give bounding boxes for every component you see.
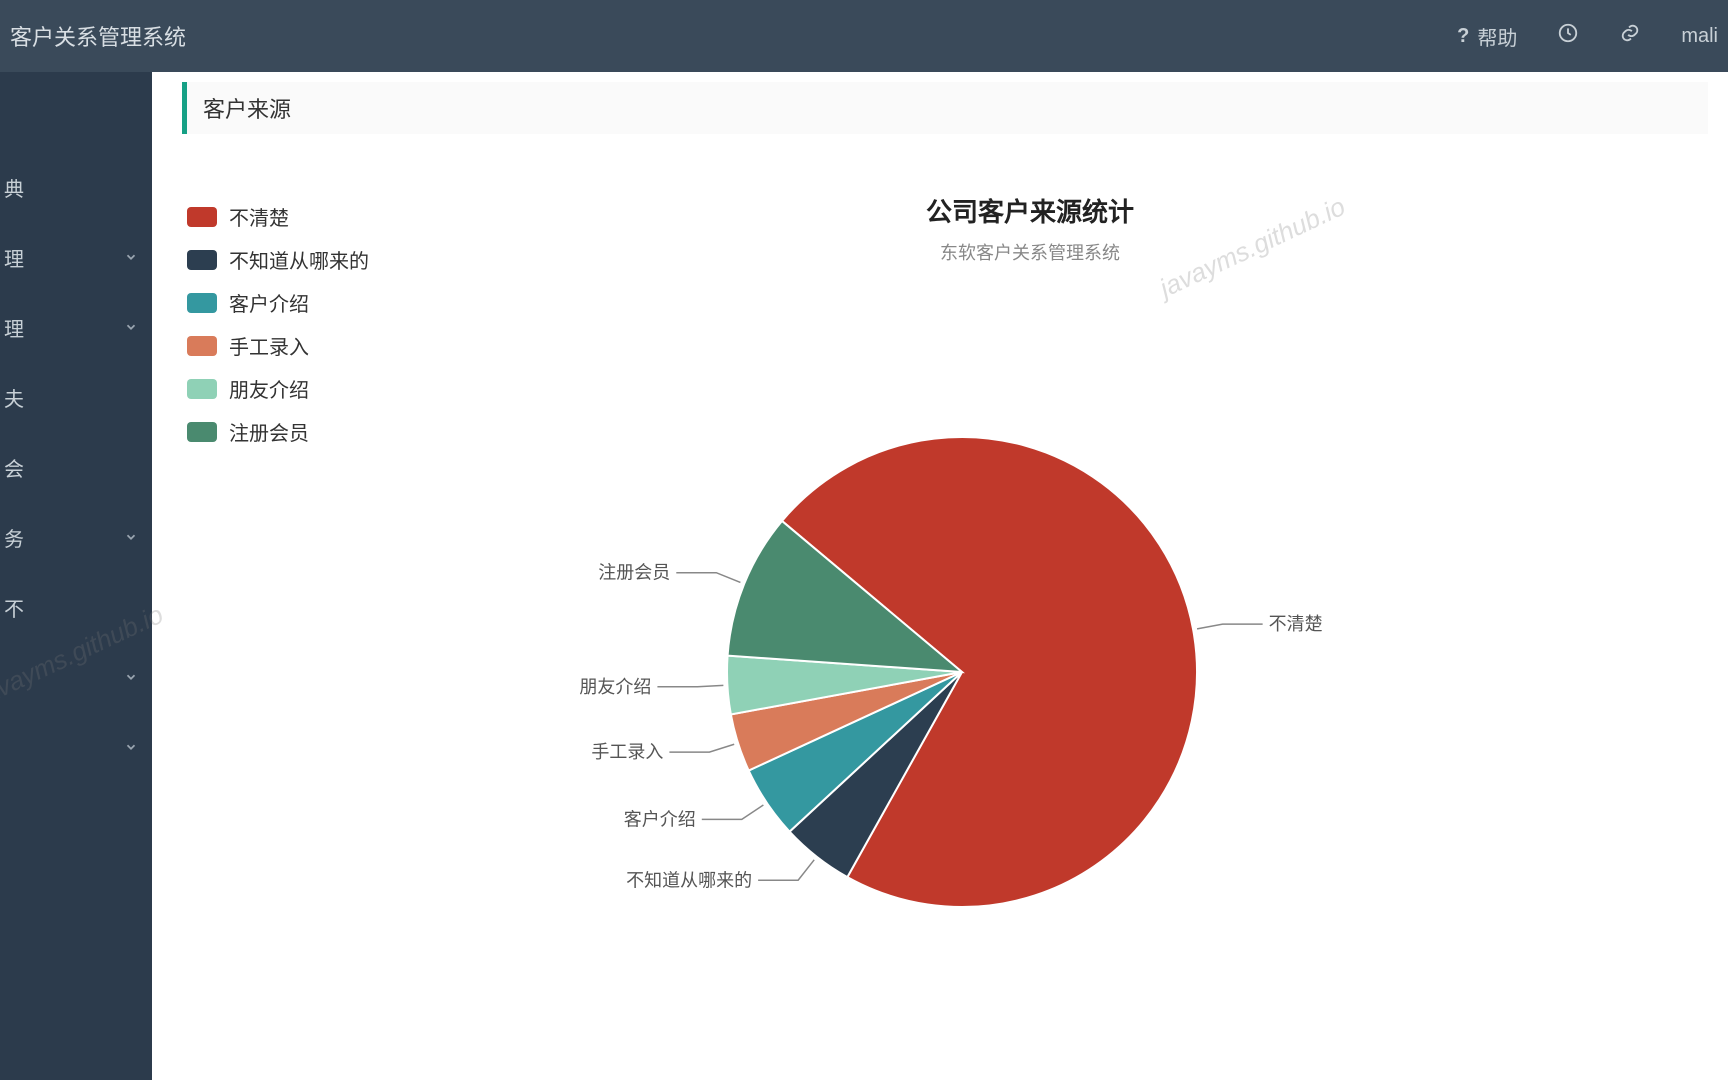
chart-subtitle: 东软客户关系管理系统 <box>352 239 1708 265</box>
legend-item[interactable]: 朋友介绍 <box>187 374 369 403</box>
sidebar: 典理理夫会务不 <box>0 72 152 1080</box>
legend-item[interactable]: 不知道从哪来的 <box>187 245 369 274</box>
history-button[interactable] <box>1557 22 1579 50</box>
link-button[interactable] <box>1619 22 1641 50</box>
legend-swatch <box>187 250 217 270</box>
legend-label: 客户介绍 <box>229 288 309 317</box>
sidebar-item-3[interactable]: 夫 <box>0 362 152 432</box>
help-button[interactable]: ? 帮助 <box>1457 22 1517 51</box>
sidebar-item-label: 不 <box>4 593 24 622</box>
legend-label: 朋友介绍 <box>229 374 309 403</box>
legend-swatch <box>187 293 217 313</box>
sidebar-item-label: 会 <box>4 453 24 482</box>
legend-swatch <box>187 207 217 227</box>
legend-item[interactable]: 不清楚 <box>187 202 369 231</box>
sidebar-item-0[interactable]: 典 <box>0 152 152 222</box>
panel-title: 客户来源 <box>182 82 1708 134</box>
chevron-down-icon <box>124 670 138 684</box>
help-label: 帮助 <box>1477 22 1517 51</box>
user-label: mali <box>1681 25 1718 48</box>
slice-label: 不知道从哪来的 <box>626 870 752 890</box>
legend-item[interactable]: 客户介绍 <box>187 288 369 317</box>
legend-label: 注册会员 <box>229 417 309 446</box>
main-content: 客户来源 不清楚不知道从哪来的客户介绍手工录入朋友介绍注册会员 公司客户来源统计… <box>152 72 1728 1080</box>
chevron-down-icon <box>124 250 138 264</box>
clock-icon <box>1557 22 1579 50</box>
app-title: 客户关系管理系统 <box>10 20 186 52</box>
slice-label: 客户介绍 <box>624 809 696 829</box>
leader-line <box>758 860 814 880</box>
leader-line <box>1197 624 1263 629</box>
sidebar-item-6[interactable]: 不 <box>0 572 152 642</box>
slice-label: 手工录入 <box>591 742 663 762</box>
link-icon <box>1619 22 1641 50</box>
sidebar-item-label: 务 <box>4 523 24 552</box>
sidebar-item-label: 理 <box>4 313 24 342</box>
legend-item[interactable]: 手工录入 <box>187 331 369 360</box>
sidebar-item-label: 理 <box>4 243 24 272</box>
chart-title: 公司客户来源统计 <box>352 192 1708 229</box>
sidebar-item-4[interactable]: 会 <box>0 432 152 502</box>
sidebar-item-label: 典 <box>4 173 24 202</box>
chart-legend: 不清楚不知道从哪来的客户介绍手工录入朋友介绍注册会员 <box>187 202 369 446</box>
question-icon: ? <box>1457 25 1469 48</box>
pie-chart: 不清楚不知道从哪来的客户介绍 手工录入 朋友介绍 注册会员 <box>582 412 1342 977</box>
legend-swatch <box>187 379 217 399</box>
legend-item[interactable]: 注册会员 <box>187 417 369 446</box>
slice-label: 不清楚 <box>1269 614 1323 634</box>
legend-swatch <box>187 422 217 442</box>
sidebar-item-2[interactable]: 理 <box>0 292 152 362</box>
slice-label: 朋友介绍 <box>579 677 651 697</box>
chevron-down-icon <box>124 740 138 754</box>
legend-label: 不清楚 <box>229 202 289 231</box>
slice-label: 注册会员 <box>598 563 670 583</box>
chevron-down-icon <box>124 320 138 334</box>
legend-swatch <box>187 336 217 356</box>
sidebar-item-8[interactable] <box>0 712 152 782</box>
chevron-down-icon <box>124 530 138 544</box>
sidebar-item-1[interactable]: 理 <box>0 222 152 292</box>
sidebar-item-label: 夫 <box>4 383 24 412</box>
leader-line <box>669 744 734 752</box>
legend-label: 手工录入 <box>229 331 309 360</box>
sidebar-item-7[interactable] <box>0 642 152 712</box>
leader-line <box>702 805 764 819</box>
leader-line <box>676 573 740 583</box>
legend-label: 不知道从哪来的 <box>229 245 369 274</box>
user-menu[interactable]: mali <box>1681 25 1718 48</box>
leader-line <box>657 685 723 686</box>
sidebar-item-5[interactable]: 务 <box>0 502 152 572</box>
